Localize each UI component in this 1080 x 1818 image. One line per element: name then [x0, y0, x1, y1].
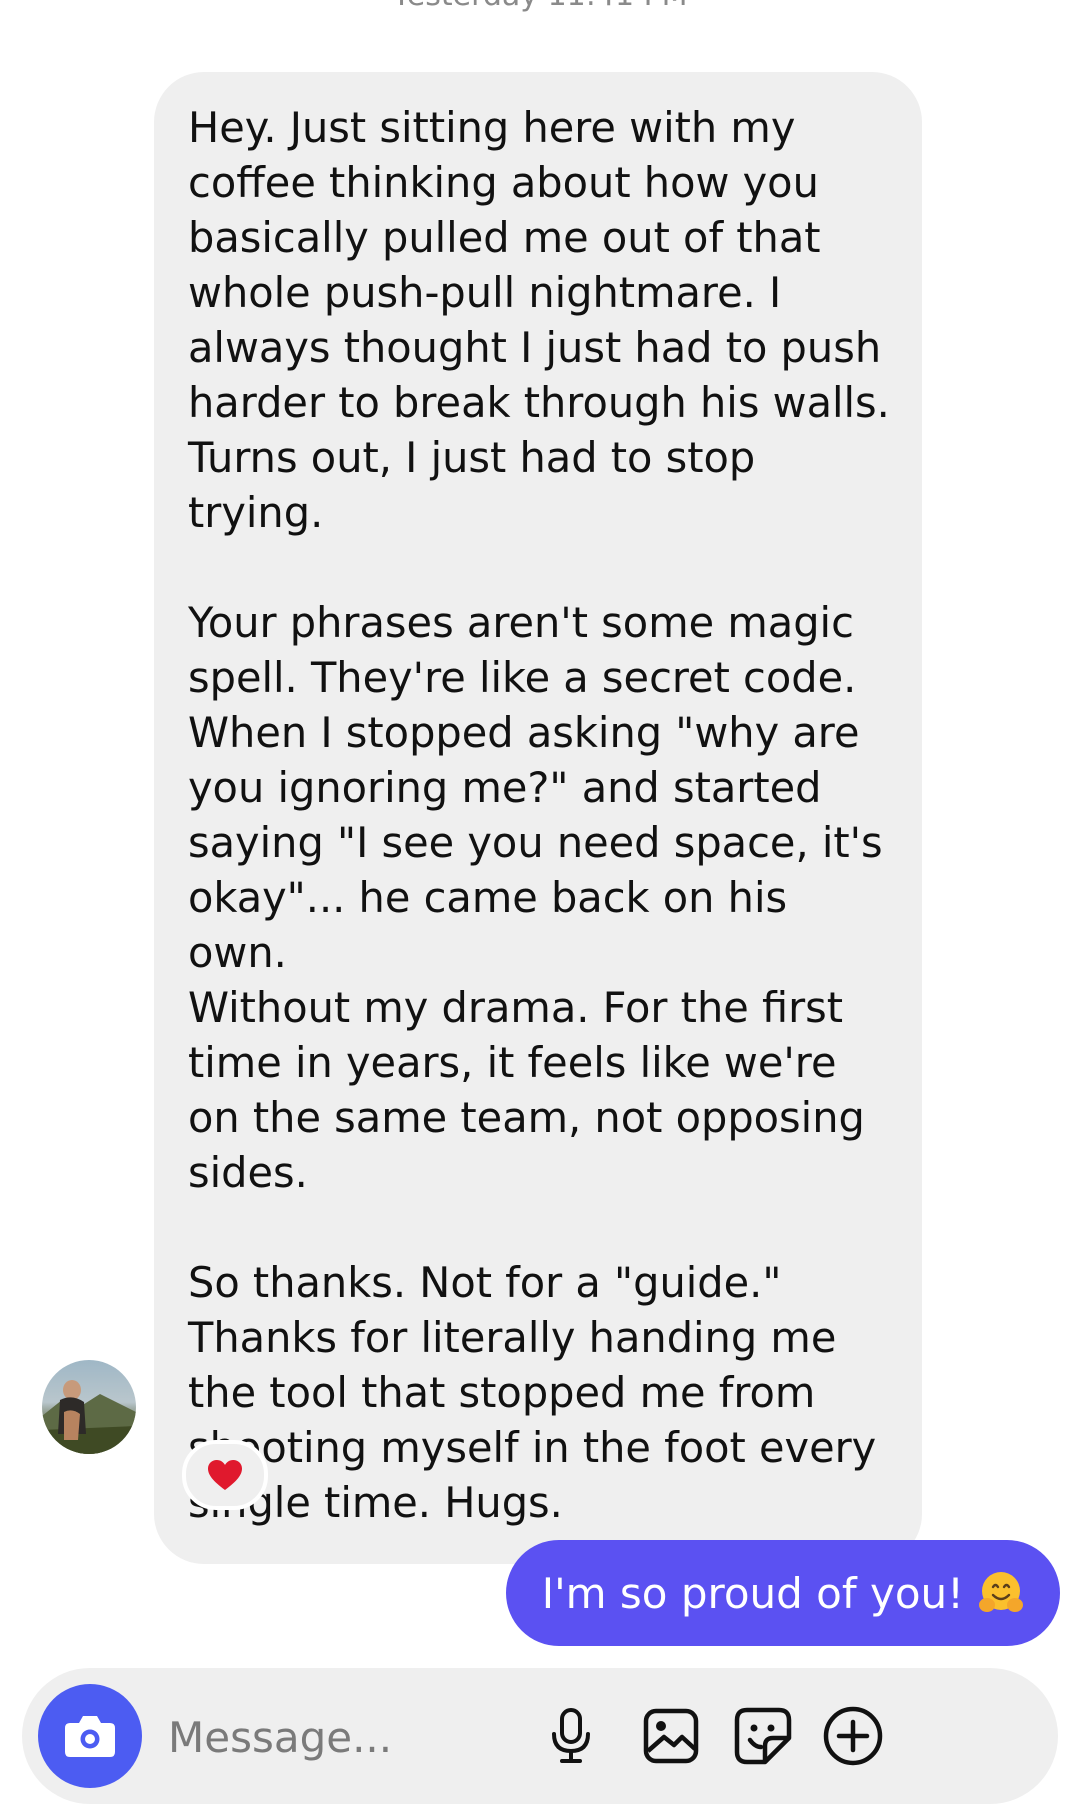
outgoing-message-bubble[interactable]: I'm so proud of you!	[505, 1540, 1060, 1646]
microphone-button[interactable]	[536, 1701, 606, 1771]
more-options-button[interactable]	[818, 1701, 888, 1771]
heart-reaction[interactable]	[182, 1440, 268, 1510]
heart-icon	[208, 1460, 242, 1490]
sticker-button[interactable]	[728, 1701, 798, 1771]
plus-circle-icon	[823, 1706, 883, 1766]
avatar-photo	[42, 1380, 136, 1454]
outgoing-message-text: I'm so proud of you!	[541, 1568, 964, 1618]
incoming-message-bubble[interactable]: Hey. Just sitting here with my coffee th…	[154, 72, 922, 1564]
sticker-icon	[734, 1707, 792, 1765]
microphone-icon	[552, 1708, 590, 1763]
message-composer	[22, 1668, 1058, 1804]
image-icon	[643, 1708, 699, 1764]
conversation-timestamp: Yesterday 11:41 PM	[0, 0, 1080, 13]
contact-avatar[interactable]	[42, 1360, 136, 1454]
hugging-face-icon	[978, 1570, 1024, 1616]
camera-button[interactable]	[38, 1684, 142, 1788]
camera-icon	[65, 1716, 115, 1757]
gallery-button[interactable]	[636, 1701, 706, 1771]
